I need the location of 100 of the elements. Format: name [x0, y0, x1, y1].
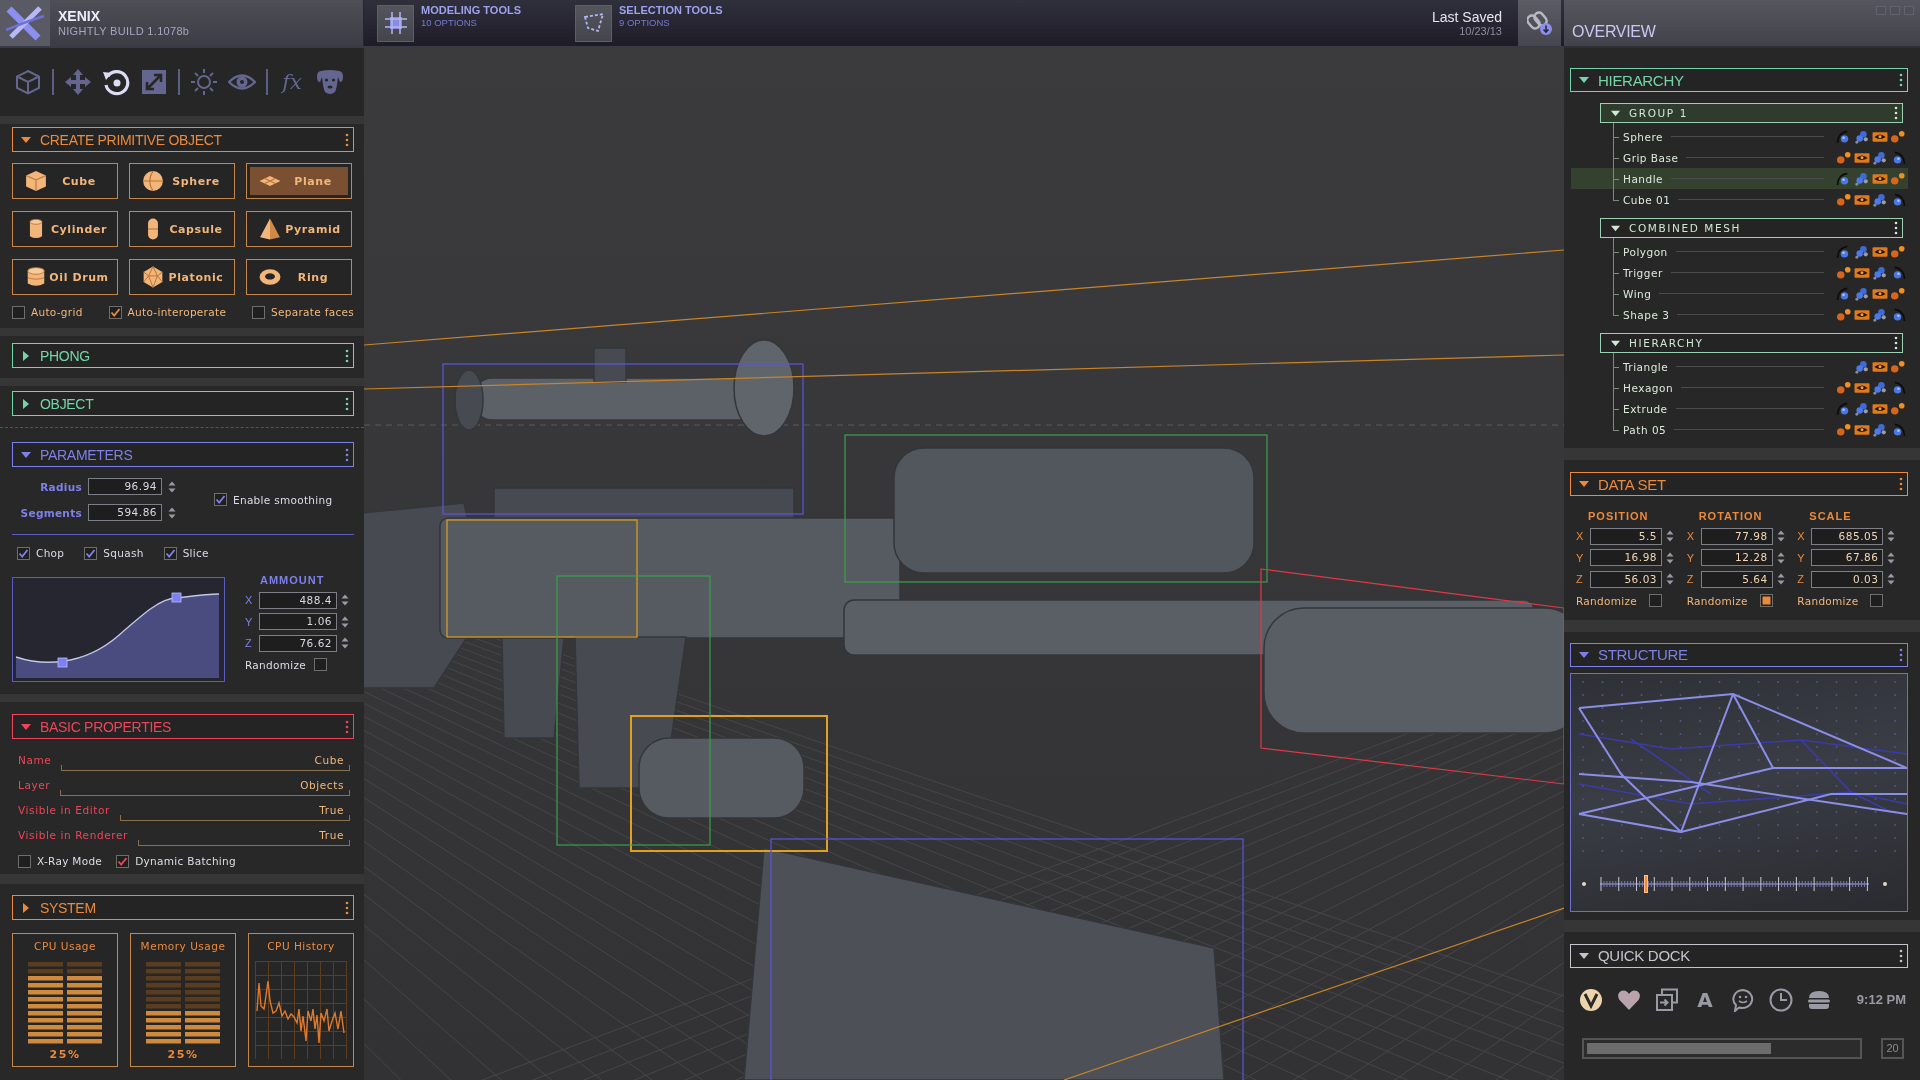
- checkbox[interactable]: [214, 493, 227, 506]
- clock-icon[interactable]: [1769, 987, 1793, 1012]
- section-header[interactable]: STRUCTURE: [1570, 642, 1908, 667]
- number-field[interactable]: 685.05: [1811, 527, 1884, 545]
- tree-item[interactable]: Trigger: [1571, 262, 1908, 283]
- number-field[interactable]: 96.94: [88, 478, 162, 495]
- spinner-icon[interactable]: [1776, 573, 1785, 585]
- curve-handle[interactable]: [171, 592, 182, 603]
- tool-menu-button[interactable]: [377, 4, 414, 42]
- dots-icon[interactable]: [1836, 192, 1852, 207]
- dots-icon[interactable]: [1890, 286, 1906, 301]
- checkbox[interactable]: [17, 546, 30, 560]
- tree-item[interactable]: Path 05: [1571, 419, 1908, 440]
- number-field[interactable]: 77.98: [1700, 527, 1773, 545]
- dots-icon[interactable]: [1890, 171, 1906, 186]
- primitive-button[interactable]: Ring: [246, 259, 352, 295]
- section-header[interactable]: HIERARCHY: [1570, 68, 1908, 92]
- primitive-button[interactable]: Cube: [12, 163, 118, 199]
- spinner-icon[interactable]: [1887, 551, 1896, 564]
- number-field[interactable]: 5.64: [1700, 570, 1773, 588]
- tool-menu-button[interactable]: [575, 4, 612, 42]
- checkbox[interactable]: [1759, 594, 1773, 607]
- group-header[interactable]: COMBINED MESH: [1600, 218, 1903, 238]
- spheres-icon[interactable]: [1872, 307, 1888, 322]
- checkbox[interactable]: [108, 305, 122, 319]
- number-field[interactable]: 0.03: [1811, 570, 1884, 588]
- section-header[interactable]: SYSTEM: [12, 895, 354, 920]
- scale-icon[interactable]: [140, 68, 168, 96]
- kebab-menu-icon[interactable]: [345, 132, 349, 147]
- kebab-menu-icon[interactable]: [345, 348, 349, 363]
- window-stack-icon[interactable]: [1655, 987, 1679, 1012]
- primitive-button[interactable]: Oil Drum: [12, 259, 118, 295]
- spheres-icon[interactable]: [1854, 401, 1870, 416]
- spinner-icon[interactable]: [1666, 573, 1674, 585]
- kebab-menu-icon[interactable]: [1899, 948, 1903, 963]
- primitive-button[interactable]: Pyramid: [246, 211, 352, 247]
- progress-track[interactable]: [1582, 1037, 1862, 1059]
- spheres-icon[interactable]: [1872, 380, 1888, 395]
- number-field[interactable]: 488.4: [259, 591, 337, 609]
- tree-item[interactable]: Sphere: [1571, 126, 1908, 147]
- tree-item[interactable]: Hexagon: [1571, 377, 1908, 398]
- spheres-icon[interactable]: [1872, 150, 1888, 165]
- spinner-icon[interactable]: [1666, 530, 1674, 542]
- timeline-track[interactable]: [1600, 872, 1869, 895]
- kebab-menu-icon[interactable]: [1894, 106, 1898, 120]
- checkbox[interactable]: [252, 305, 266, 319]
- spheres-icon[interactable]: [1854, 359, 1870, 374]
- eye-icon[interactable]: [1854, 265, 1870, 280]
- eye-icon[interactable]: [1872, 129, 1888, 144]
- heart-icon[interactable]: [1617, 987, 1641, 1012]
- tree-item[interactable]: Handle: [1571, 168, 1908, 189]
- spheres-icon[interactable]: [1854, 244, 1870, 259]
- dots-icon[interactable]: [1836, 150, 1852, 165]
- eye-icon[interactable]: [1872, 286, 1888, 301]
- kebab-menu-icon[interactable]: [1894, 221, 1898, 235]
- primitive-button[interactable]: Platonic: [129, 259, 235, 295]
- dots-icon[interactable]: [1890, 401, 1906, 416]
- dots-icon[interactable]: [1836, 265, 1852, 280]
- property-field[interactable]: Objects: [60, 777, 350, 796]
- tree-item[interactable]: Shape 3: [1571, 304, 1908, 325]
- spheres-icon[interactable]: [1872, 265, 1888, 280]
- checkbox[interactable]: [1870, 594, 1884, 607]
- eye-icon[interactable]: [1872, 171, 1888, 186]
- checkbox[interactable]: [314, 658, 328, 671]
- number-field[interactable]: 16.98: [1590, 549, 1662, 566]
- spheres-icon[interactable]: [1872, 192, 1888, 207]
- kebab-menu-icon[interactable]: [345, 396, 349, 411]
- eye-icon[interactable]: [1872, 359, 1888, 374]
- checkbox[interactable]: [163, 546, 177, 560]
- kebab-menu-icon[interactable]: [1899, 477, 1903, 491]
- spinner-icon[interactable]: [1887, 573, 1896, 585]
- section-header[interactable]: OBJECT: [12, 391, 354, 416]
- primitive-button[interactable]: Sphere: [129, 163, 235, 199]
- section-header[interactable]: QUICK DOCK: [1570, 943, 1908, 968]
- spinner-icon[interactable]: [168, 506, 176, 519]
- property-field[interactable]: Cube: [61, 752, 350, 771]
- spinner-icon[interactable]: [1887, 530, 1896, 542]
- eye-icon[interactable]: [1854, 380, 1870, 395]
- spheres-icon[interactable]: [1854, 286, 1870, 301]
- checkbox[interactable]: [116, 854, 130, 868]
- primitive-button[interactable]: Cylinder: [12, 211, 118, 247]
- eye-icon[interactable]: [1854, 307, 1870, 322]
- eye-icon[interactable]: [1872, 244, 1888, 259]
- spinner-icon[interactable]: [1776, 551, 1785, 564]
- property-field[interactable]: True: [137, 827, 350, 846]
- cube-icon[interactable]: [14, 68, 42, 96]
- dog-head-icon[interactable]: [316, 68, 344, 96]
- dots-icon[interactable]: [1836, 422, 1852, 437]
- chat-bubble-icon[interactable]: [1731, 987, 1755, 1012]
- spheres-icon[interactable]: [1854, 129, 1870, 144]
- tree-item[interactable]: Polygon: [1571, 241, 1908, 262]
- link-button[interactable]: [1518, 0, 1561, 46]
- sun-icon[interactable]: [190, 68, 218, 96]
- section-header[interactable]: PHONG: [12, 343, 354, 368]
- dots-icon[interactable]: [1890, 129, 1906, 144]
- spinner-icon[interactable]: [1666, 551, 1674, 564]
- tree-item[interactable]: Wing: [1571, 283, 1908, 304]
- spinner-icon[interactable]: [168, 480, 176, 493]
- spinner-icon[interactable]: [341, 594, 349, 606]
- number-field[interactable]: 12.28: [1700, 549, 1773, 566]
